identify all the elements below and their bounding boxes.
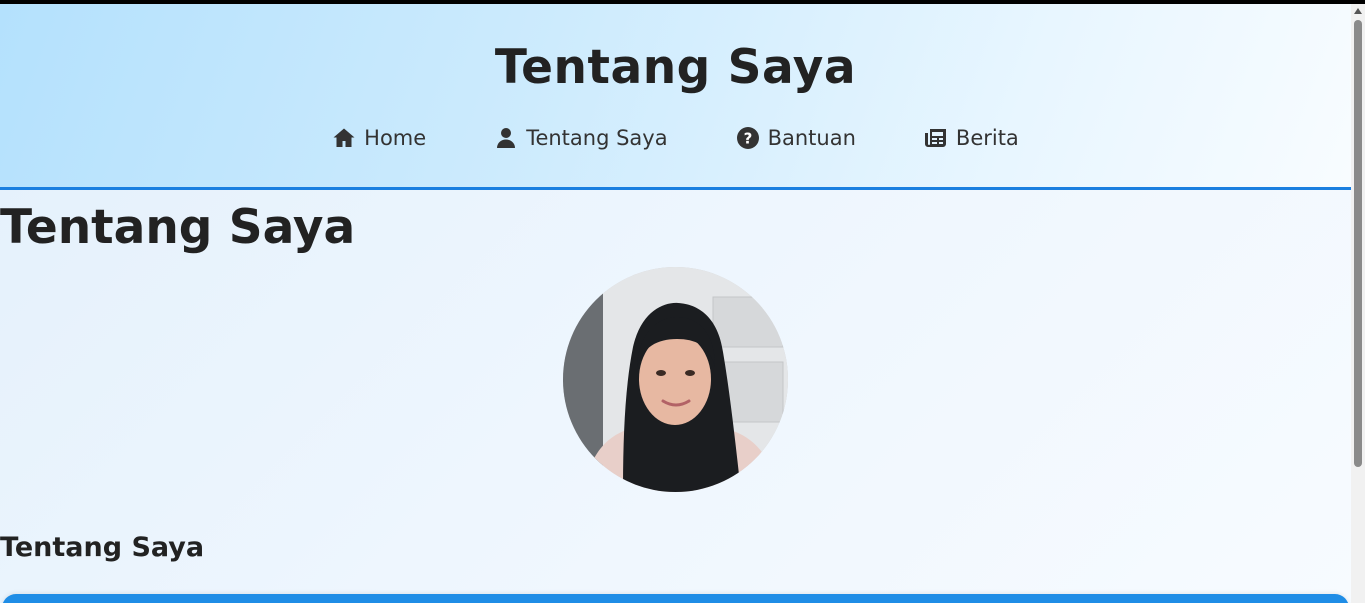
page-viewport: Tentang Saya Home Tentang Saya ? Bantuan	[0, 4, 1351, 603]
vertical-scrollbar[interactable]	[1351, 4, 1365, 603]
main-nav: Home Tentang Saya ? Bantuan Berita	[0, 126, 1351, 150]
page-title: Tentang Saya	[0, 200, 356, 255]
section-title: Tentang Saya	[0, 532, 205, 563]
nav-item-label: Home	[364, 126, 427, 150]
nav-item-label: Tentang Saya	[526, 126, 668, 150]
home-icon	[332, 126, 356, 150]
nav-item-label: Berita	[955, 126, 1019, 150]
question-circle-icon: ?	[736, 126, 760, 150]
nav-item-home[interactable]: Home	[332, 126, 426, 150]
nav-item-label: Bantuan	[767, 126, 856, 150]
svg-text:?: ?	[743, 130, 752, 148]
nav-item-berita[interactable]: Berita	[924, 126, 1019, 150]
profile-photo	[563, 267, 788, 492]
scrollbar-thumb[interactable]	[1354, 20, 1362, 467]
nav-item-bantuan[interactable]: ? Bantuan	[736, 126, 856, 150]
nav-item-tentang-saya[interactable]: Tentang Saya	[494, 126, 668, 150]
user-icon	[494, 126, 518, 150]
site-header: Tentang Saya Home Tentang Saya ? Bantuan	[0, 4, 1351, 190]
site-title: Tentang Saya	[494, 40, 857, 95]
scroll-up-arrow-icon[interactable]	[1354, 8, 1362, 14]
content-card	[2, 594, 1349, 603]
newspaper-icon	[924, 126, 948, 150]
